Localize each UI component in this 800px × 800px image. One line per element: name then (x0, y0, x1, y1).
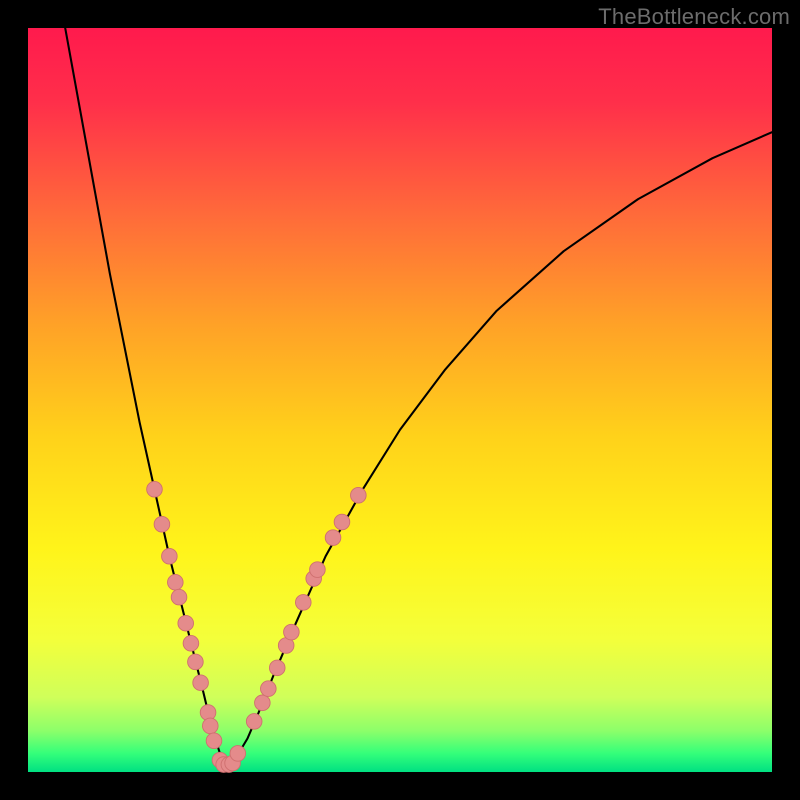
data-point (269, 660, 285, 676)
data-point (246, 714, 262, 730)
data-point (154, 516, 170, 532)
data-point (188, 654, 204, 670)
data-point (261, 681, 277, 697)
data-point (162, 548, 178, 564)
data-point (255, 695, 271, 711)
data-point (147, 481, 163, 497)
data-point (206, 733, 222, 749)
data-point (295, 595, 311, 611)
data-point (183, 635, 199, 651)
data-point (178, 615, 194, 631)
plot-area (28, 28, 772, 772)
data-point (310, 562, 326, 578)
chart-frame: TheBottleneck.com (0, 0, 800, 800)
curve-layer (28, 28, 772, 772)
data-point (230, 746, 246, 762)
data-point (202, 718, 218, 734)
data-point (284, 624, 300, 640)
data-point (193, 675, 209, 691)
data-point (351, 487, 367, 503)
data-point (171, 589, 187, 605)
bottleneck-curve (65, 28, 772, 765)
highlighted-points (147, 481, 366, 772)
data-point (334, 514, 350, 530)
data-point (168, 574, 184, 590)
watermark-text: TheBottleneck.com (598, 4, 790, 30)
data-point (325, 530, 341, 546)
